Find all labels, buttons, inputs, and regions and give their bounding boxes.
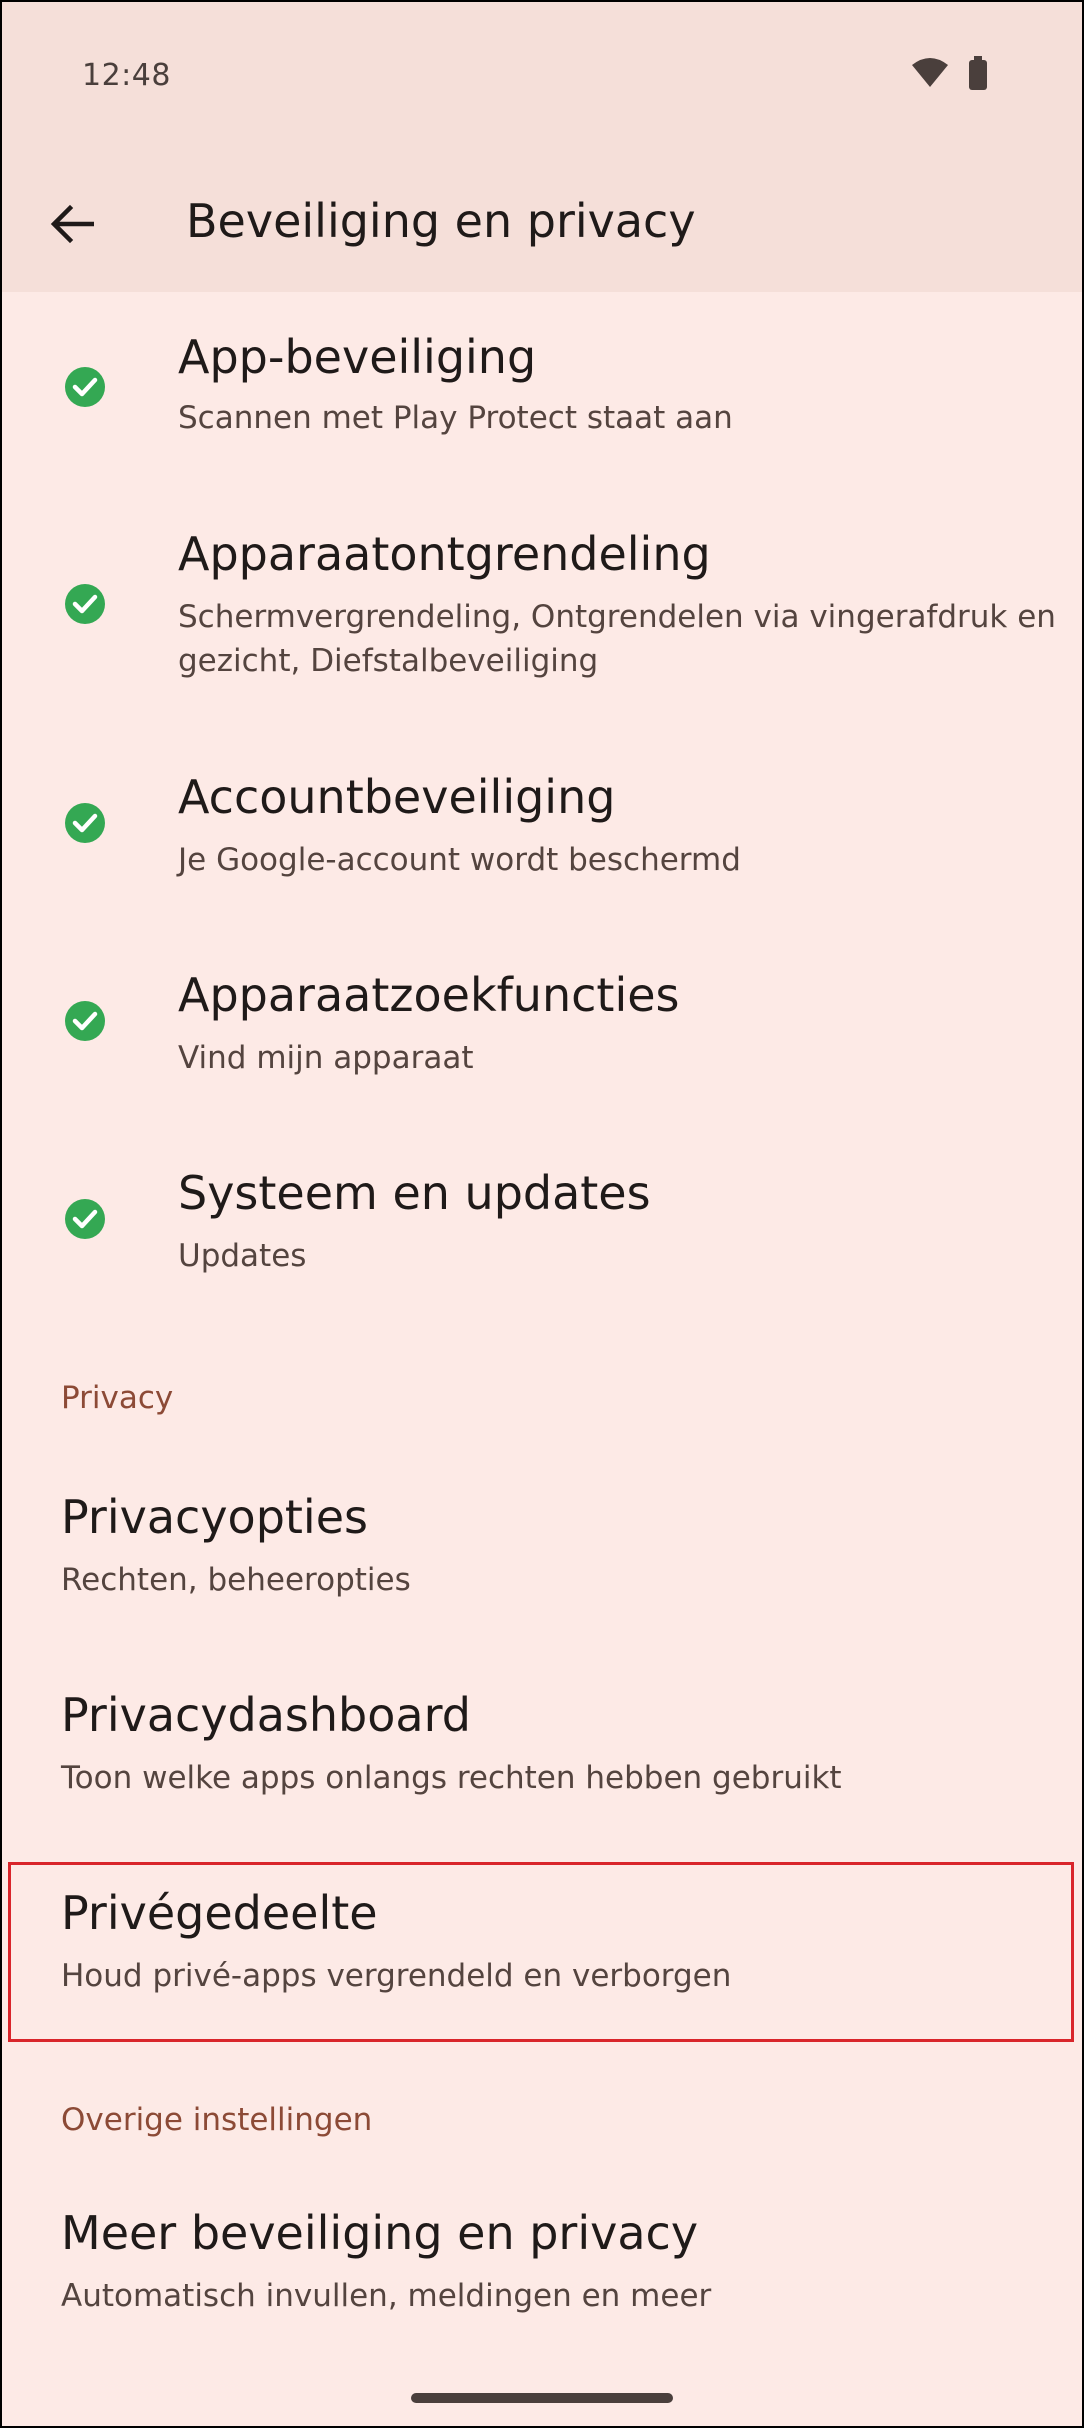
screen-frame	[0, 0, 1084, 2428]
